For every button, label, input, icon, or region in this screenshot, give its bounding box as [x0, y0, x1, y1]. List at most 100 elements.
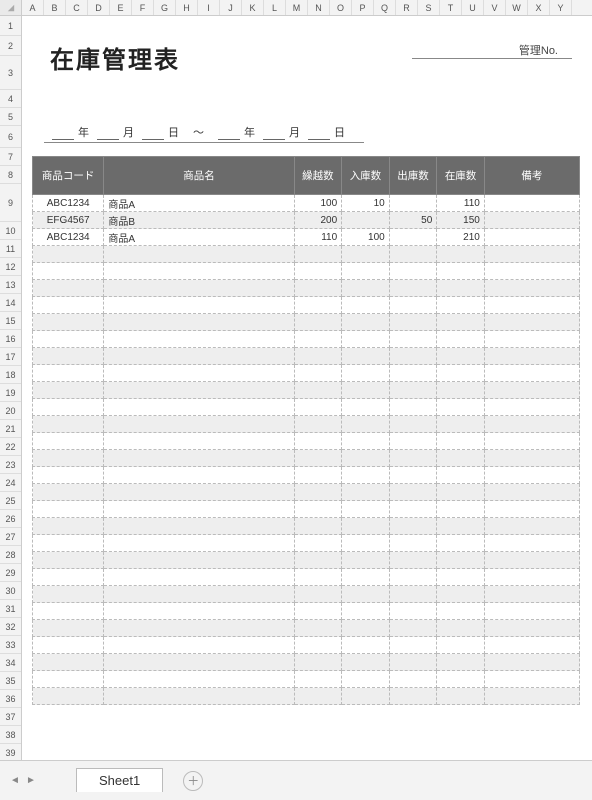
column-header[interactable]: U	[462, 0, 484, 15]
table-row[interactable]	[33, 399, 580, 416]
column-header[interactable]: F	[132, 0, 154, 15]
row-header[interactable]: 37	[0, 708, 21, 726]
row-header[interactable]: 36	[0, 690, 21, 708]
column-header[interactable]: V	[484, 0, 506, 15]
column-header[interactable]: W	[506, 0, 528, 15]
row-header[interactable]: 3	[0, 56, 21, 90]
table-row[interactable]	[33, 314, 580, 331]
cell-in[interactable]: 10	[342, 195, 390, 212]
column-header[interactable]: C	[66, 0, 88, 15]
column-header[interactable]: B	[44, 0, 66, 15]
table-row[interactable]	[33, 637, 580, 654]
table-row[interactable]	[33, 569, 580, 586]
column-header[interactable]: E	[110, 0, 132, 15]
cell-code[interactable]: EFG4567	[33, 212, 104, 229]
row-header[interactable]: 29	[0, 564, 21, 582]
cell-name[interactable]: 商品A	[104, 195, 294, 212]
cell-note[interactable]	[484, 229, 579, 246]
column-header[interactable]: N	[308, 0, 330, 15]
row-header[interactable]: 31	[0, 600, 21, 618]
row-header[interactable]: 13	[0, 276, 21, 294]
row-header[interactable]: 18	[0, 366, 21, 384]
cell-carry[interactable]: 100	[294, 195, 342, 212]
row-header[interactable]: 9	[0, 184, 21, 222]
cell-stock[interactable]: 210	[437, 229, 485, 246]
select-all-corner[interactable]	[0, 0, 22, 15]
row-header[interactable]: 34	[0, 654, 21, 672]
table-row[interactable]	[33, 671, 580, 688]
column-header[interactable]: D	[88, 0, 110, 15]
row-header[interactable]: 12	[0, 258, 21, 276]
table-row[interactable]	[33, 280, 580, 297]
row-header[interactable]: 7	[0, 148, 21, 166]
row-header[interactable]: 14	[0, 294, 21, 312]
row-header[interactable]: 2	[0, 36, 21, 56]
cell-code[interactable]: ABC1234	[33, 229, 104, 246]
column-header[interactable]: P	[352, 0, 374, 15]
column-header[interactable]: Y	[550, 0, 572, 15]
table-row[interactable]	[33, 535, 580, 552]
table-row[interactable]	[33, 518, 580, 535]
row-header[interactable]: 8	[0, 166, 21, 184]
table-row[interactable]	[33, 433, 580, 450]
table-row[interactable]: ABC1234商品A110100210	[33, 229, 580, 246]
cell-name[interactable]: 商品A	[104, 229, 294, 246]
row-header[interactable]: 32	[0, 618, 21, 636]
column-header[interactable]: S	[418, 0, 440, 15]
column-header[interactable]: X	[528, 0, 550, 15]
row-header[interactable]: 25	[0, 492, 21, 510]
table-row[interactable]	[33, 620, 580, 637]
cell-note[interactable]	[484, 195, 579, 212]
table-row[interactable]	[33, 603, 580, 620]
cell-out[interactable]	[389, 229, 437, 246]
row-header[interactable]: 23	[0, 456, 21, 474]
row-header[interactable]: 15	[0, 312, 21, 330]
table-row[interactable]	[33, 467, 580, 484]
cell-code[interactable]: ABC1234	[33, 195, 104, 212]
table-row[interactable]	[33, 552, 580, 569]
column-header[interactable]: O	[330, 0, 352, 15]
cell-stock[interactable]: 150	[437, 212, 485, 229]
row-header[interactable]: 30	[0, 582, 21, 600]
column-header[interactable]: G	[154, 0, 176, 15]
row-header[interactable]: 5	[0, 108, 21, 126]
row-header[interactable]: 28	[0, 546, 21, 564]
column-header[interactable]: H	[176, 0, 198, 15]
row-header[interactable]: 19	[0, 384, 21, 402]
row-header[interactable]: 20	[0, 402, 21, 420]
row-header[interactable]: 26	[0, 510, 21, 528]
sheet-tab[interactable]: Sheet1	[76, 768, 163, 792]
row-header[interactable]: 24	[0, 474, 21, 492]
cell-in[interactable]: 100	[342, 229, 390, 246]
table-row[interactable]	[33, 263, 580, 280]
row-header[interactable]: 35	[0, 672, 21, 690]
cell-stock[interactable]: 110	[437, 195, 485, 212]
worksheet-area[interactable]: 在庫管理表 管理No. 年 月 日 ～ 年 月 日 商品コード 商品名 繰越数	[22, 16, 588, 760]
table-row[interactable]	[33, 484, 580, 501]
column-header[interactable]: Q	[374, 0, 396, 15]
column-header[interactable]: A	[22, 0, 44, 15]
table-row[interactable]	[33, 450, 580, 467]
table-row[interactable]	[33, 297, 580, 314]
column-header[interactable]: M	[286, 0, 308, 15]
row-header[interactable]: 11	[0, 240, 21, 258]
column-header[interactable]: R	[396, 0, 418, 15]
row-header[interactable]: 27	[0, 528, 21, 546]
add-sheet-button[interactable]: ＋	[183, 771, 203, 791]
tab-nav-prev-icon[interactable]: ◄	[8, 774, 22, 788]
table-row[interactable]	[33, 416, 580, 433]
column-header[interactable]: T	[440, 0, 462, 15]
cell-carry[interactable]: 200	[294, 212, 342, 229]
row-header[interactable]: 1	[0, 16, 21, 36]
column-header[interactable]: K	[242, 0, 264, 15]
tab-nav-next-icon[interactable]: ►	[24, 774, 38, 788]
row-header[interactable]: 38	[0, 726, 21, 744]
column-header[interactable]: L	[264, 0, 286, 15]
table-row[interactable]	[33, 365, 580, 382]
row-header[interactable]: 4	[0, 90, 21, 108]
table-row[interactable]	[33, 501, 580, 518]
row-header[interactable]: 6	[0, 126, 21, 148]
row-header[interactable]: 16	[0, 330, 21, 348]
cell-out[interactable]	[389, 195, 437, 212]
table-row[interactable]	[33, 688, 580, 705]
